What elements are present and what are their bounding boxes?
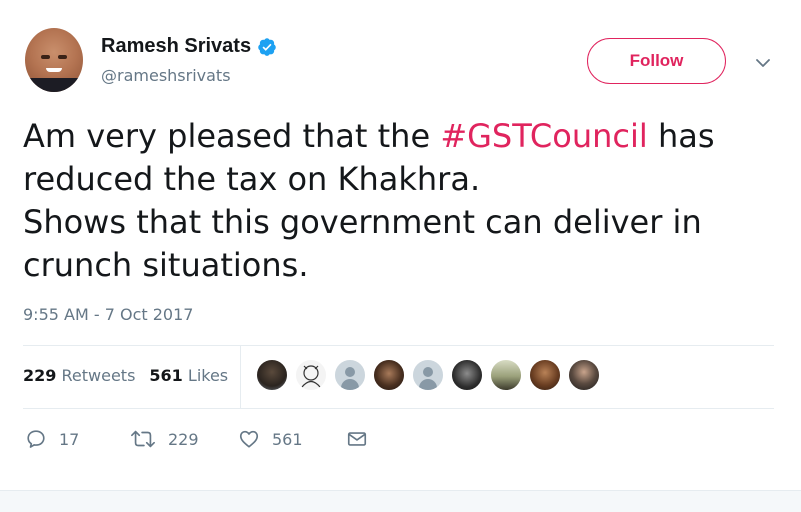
retweets-label: Retweets — [61, 366, 136, 385]
liker-avatar[interactable] — [450, 358, 484, 392]
hashtag-link[interactable]: #GSTCouncil — [440, 117, 647, 155]
engagement-stats: 229 Retweets 561 Likes — [23, 366, 242, 385]
likes-count: 561 — [149, 366, 183, 385]
liker-avatar-default[interactable] — [411, 358, 445, 392]
tweet-text-line-1: Am very pleased that the #GSTCouncil has — [23, 115, 763, 158]
author-avatar[interactable] — [25, 28, 83, 92]
author-handle[interactable]: @rameshsrivats — [101, 66, 231, 85]
tweet-text-line-4: crunch situations. — [23, 246, 309, 284]
liker-avatar[interactable] — [294, 358, 328, 392]
heart-icon — [239, 430, 259, 448]
page-footer-strip — [0, 490, 801, 512]
like-count: 561 — [272, 429, 303, 449]
likes-label: Likes — [187, 366, 229, 385]
chevron-down-icon[interactable] — [754, 56, 772, 70]
author-name[interactable]: Ramesh Srivats — [101, 35, 251, 58]
tweet-text-line-3: Shows that this government can deliver i… — [23, 203, 702, 241]
divider — [23, 408, 774, 409]
tweet-text: Am very pleased that the #GSTCouncil has… — [23, 115, 763, 287]
direct-message-button[interactable] — [346, 428, 368, 450]
stats-separator — [240, 346, 241, 408]
tweet-actions: 17 229 561 — [25, 428, 368, 450]
liker-avatar[interactable] — [372, 358, 406, 392]
liker-avatar[interactable] — [528, 358, 562, 392]
likes-stat[interactable]: 561 Likes — [149, 366, 228, 385]
retweets-count: 229 — [23, 366, 57, 385]
tweet-text-line-2: reduced the tax on Khakhra. — [23, 160, 481, 198]
author-name-row[interactable]: Ramesh Srivats — [101, 35, 277, 58]
liker-avatar[interactable] — [567, 358, 601, 392]
envelope-icon — [347, 432, 367, 446]
retweet-icon — [131, 430, 155, 448]
retweets-stat[interactable]: 229 Retweets — [23, 366, 135, 385]
reply-count: 17 — [59, 429, 80, 449]
tweet-timestamp[interactable]: 9:55 AM - 7 Oct 2017 — [23, 305, 193, 324]
verified-badge-icon — [258, 37, 276, 56]
retweet-button[interactable]: 229 — [130, 428, 238, 450]
tweet-text-segment: has — [647, 117, 715, 155]
liker-avatar[interactable] — [255, 358, 289, 392]
retweet-count: 229 — [168, 429, 199, 449]
tweet-card: Ramesh Srivats @rameshsrivats Follow Am … — [0, 0, 801, 490]
liker-avatar[interactable] — [489, 358, 523, 392]
tweet-text-segment: Am very pleased that the — [23, 117, 441, 155]
follow-button[interactable]: Follow — [587, 38, 726, 84]
liker-avatars — [255, 358, 606, 392]
liker-avatar-default[interactable] — [333, 358, 367, 392]
reply-button[interactable]: 17 — [25, 428, 130, 450]
like-button[interactable]: 561 — [238, 428, 346, 450]
divider — [23, 345, 774, 346]
reply-icon — [27, 430, 45, 448]
